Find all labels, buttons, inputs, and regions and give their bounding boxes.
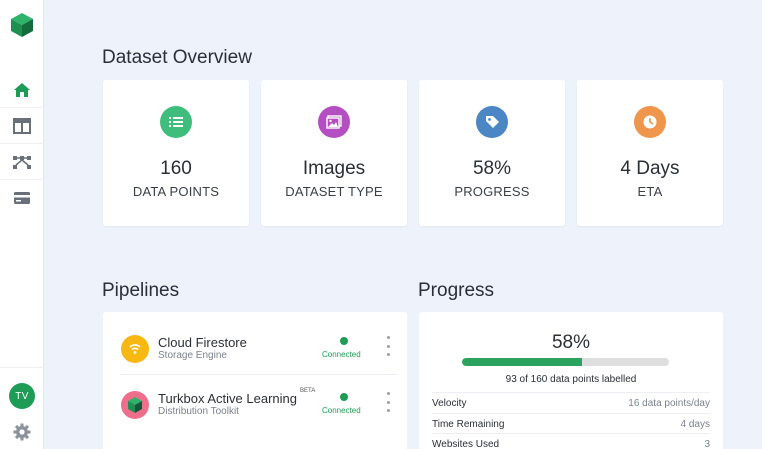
list-icon bbox=[160, 106, 192, 138]
divider bbox=[120, 374, 397, 375]
pipeline-item[interactable]: Cloud Firestore Storage Engine Connected bbox=[103, 320, 407, 374]
stat-label: ETA bbox=[637, 184, 663, 199]
wifi-icon bbox=[121, 335, 149, 363]
stat-label: DATA POINTS bbox=[132, 184, 220, 199]
stat-row-velocity: Velocity 16 data points/day bbox=[432, 392, 710, 412]
more-options-icon[interactable] bbox=[383, 392, 393, 412]
pipeline-name: Turkbox Active Learning BETA bbox=[158, 388, 316, 406]
pipeline-name: Cloud Firestore bbox=[158, 335, 247, 350]
stat-label: PROGRESS bbox=[454, 184, 530, 199]
stat-value: Images bbox=[302, 158, 366, 179]
progress-bar-fill bbox=[462, 358, 583, 366]
progress-caption: 93 of 160 data points labelled bbox=[505, 374, 637, 385]
pipeline-icon bbox=[13, 155, 31, 169]
dataset-overview-title: Dataset Overview bbox=[102, 47, 252, 68]
stat-key: Websites Used bbox=[432, 439, 500, 449]
clock-icon bbox=[634, 106, 666, 138]
progress-title: Progress bbox=[418, 280, 495, 301]
beta-badge: BETA bbox=[299, 388, 316, 394]
user-avatar[interactable]: TV bbox=[9, 383, 35, 409]
pipeline-item[interactable]: Turkbox Active Learning BETA Distribution… bbox=[103, 376, 407, 430]
stat-card-data-points: 160 DATA POINTS bbox=[103, 80, 249, 226]
nav-home[interactable] bbox=[0, 72, 44, 108]
more-options-icon[interactable] bbox=[383, 336, 393, 356]
progress-percent: 58% bbox=[551, 332, 591, 353]
status-badge: Connected bbox=[322, 406, 361, 415]
pipelines-title: Pipelines bbox=[102, 280, 180, 301]
stat-key: Velocity bbox=[432, 398, 467, 409]
stat-label: DATASET TYPE bbox=[285, 184, 383, 199]
image-icon bbox=[318, 106, 350, 138]
progress-card: 58% 93 of 160 data points labelled Veloc… bbox=[419, 312, 723, 449]
settings-gear-icon[interactable] bbox=[13, 423, 31, 441]
logo-cube-icon[interactable] bbox=[10, 12, 34, 38]
nav-layout[interactable] bbox=[0, 108, 44, 144]
stat-value: 16 data points/day bbox=[628, 398, 710, 409]
home-icon bbox=[14, 82, 30, 97]
stat-value: 4 Days bbox=[620, 158, 680, 179]
sidebar-divider bbox=[0, 367, 44, 368]
status-dot bbox=[340, 337, 348, 345]
stat-row-time-remaining: Time Remaining 4 days bbox=[432, 413, 710, 433]
stat-key: Time Remaining bbox=[432, 419, 505, 430]
credit-card-icon bbox=[14, 192, 30, 204]
stat-card-dataset-type: Images DATASET TYPE bbox=[261, 80, 407, 226]
pipeline-subtitle: Storage Engine bbox=[158, 350, 227, 361]
status-dot bbox=[340, 393, 348, 401]
tag-icon bbox=[476, 106, 508, 138]
nav-pipelines[interactable] bbox=[0, 144, 44, 180]
cube-icon bbox=[121, 391, 149, 419]
stat-card-progress: 58% PROGRESS bbox=[419, 80, 565, 226]
sidebar: TV bbox=[0, 0, 44, 449]
stat-row-websites-used: Websites Used 3 bbox=[432, 433, 710, 449]
pipelines-card: Cloud Firestore Storage Engine Connected… bbox=[103, 312, 407, 449]
nav-billing[interactable] bbox=[0, 180, 44, 216]
status-badge: Connected bbox=[322, 350, 361, 359]
pipeline-subtitle: Distribution Toolkit bbox=[158, 406, 239, 417]
stat-value: 3 bbox=[704, 439, 710, 449]
layout-icon bbox=[13, 117, 31, 134]
stat-value: 4 days bbox=[680, 419, 710, 430]
stat-value: 58% bbox=[472, 158, 512, 179]
stat-value: 160 bbox=[160, 158, 192, 179]
progress-bar bbox=[462, 358, 669, 366]
stat-card-eta: 4 Days ETA bbox=[577, 80, 723, 226]
